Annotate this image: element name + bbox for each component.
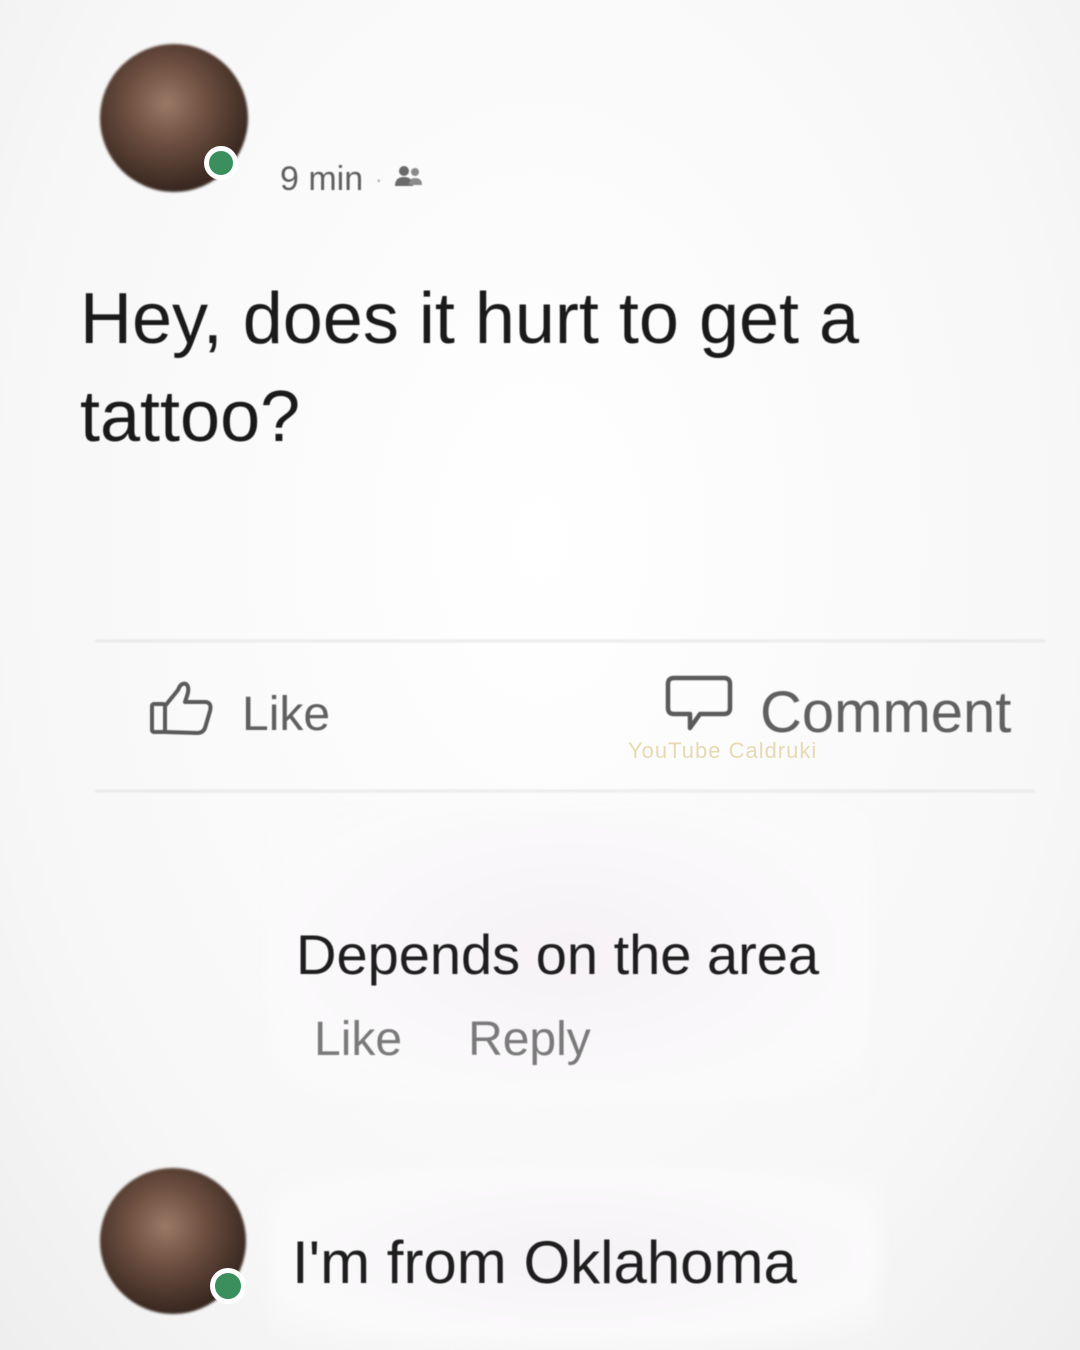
reply-text: I'm from Oklahoma [292,1229,797,1296]
like-button[interactable]: Like [148,678,330,750]
online-status-dot [204,146,238,180]
like-label: Like [242,687,331,741]
meta-separator: · [375,166,383,192]
comment-label: Comment [760,679,1012,745]
comment-reply-link[interactable]: Reply [468,1012,591,1067]
comment-like-link[interactable]: Like [314,1012,402,1067]
action-bar-bottom-divider [95,790,1035,792]
watermark: YouTube Caldruki [628,738,818,763]
comment-actions: Like Reply [314,1012,591,1067]
friends-icon[interactable] [394,160,424,199]
thumbs-up-icon [148,678,216,750]
action-bar-top-divider [95,640,1045,642]
post-text: Hey, does it hurt to get a tattoo? [80,279,860,457]
post-meta: 9 min · [280,160,424,199]
comment-text: Depends on the area [296,923,820,986]
post-timestamp[interactable]: 9 min [280,160,363,199]
replier-online-status-dot [210,1268,246,1304]
